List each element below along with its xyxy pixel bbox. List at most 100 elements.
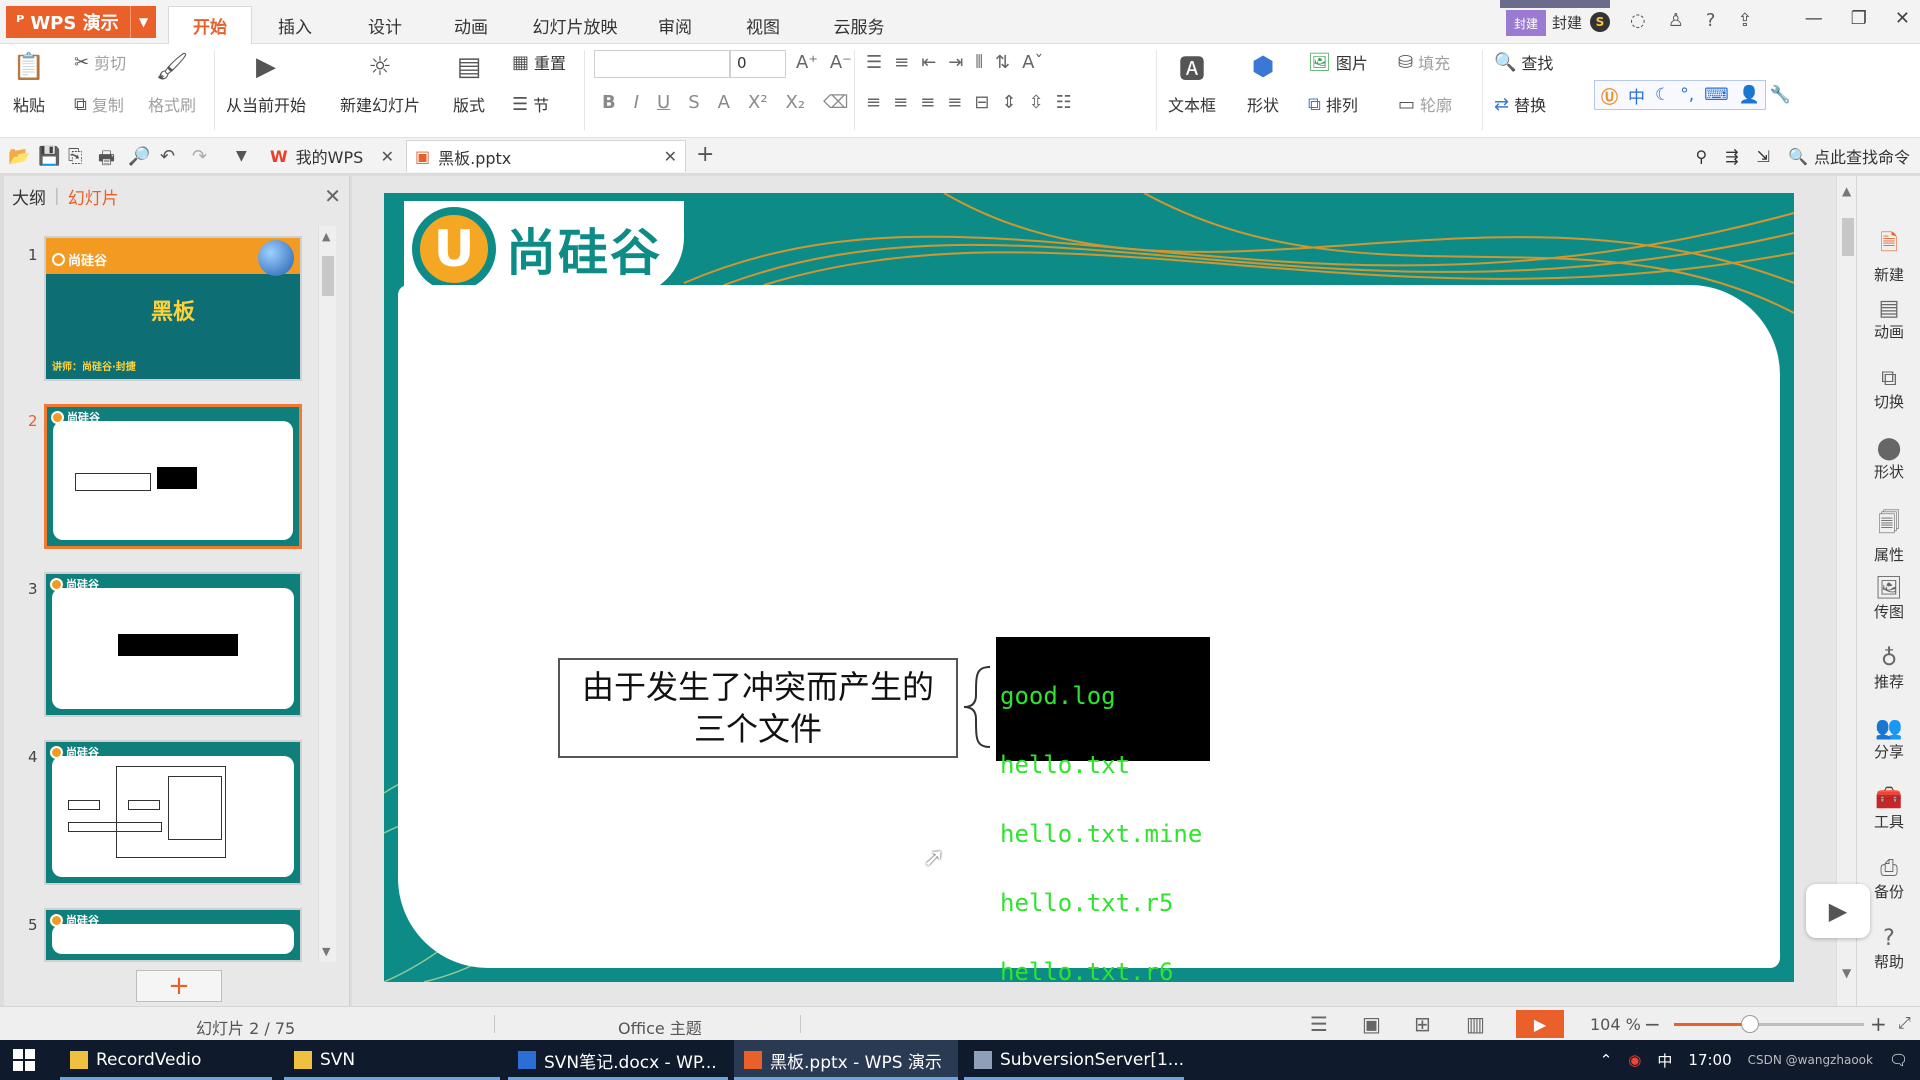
help-icon[interactable]: ? [1706,10,1716,31]
zoom-slider-handle[interactable] [1741,1015,1759,1033]
cut-button[interactable]: ✂ 剪切 [74,50,126,74]
slide-thumb-4[interactable]: 尚硅谷 [44,740,302,885]
spacing-icon[interactable]: Aˇ [1022,52,1043,73]
copy-button[interactable]: ⧉ 复制 [74,92,124,116]
font-size-box[interactable]: 0 [730,50,786,78]
align-center-icon[interactable]: ≡ [893,92,908,113]
tab-cloud[interactable]: 云服务 [814,6,904,44]
chevron-down-icon[interactable]: ▼ [130,6,156,38]
pin-icon[interactable]: ⚲ [1696,147,1708,166]
slides-tab[interactable]: 幻灯片 [68,184,119,209]
slide-thumb-3[interactable]: 尚硅谷 [44,572,302,717]
numbered-list-icon[interactable]: ≡ [894,52,909,73]
scroll-down-icon[interactable]: ▼ [1842,966,1851,980]
notification-icon[interactable]: 🗨 [1889,1051,1908,1069]
chevron-down-icon[interactable]: ▼ [236,148,247,164]
task-svn-notes[interactable]: SVN笔记.docx - WP... [508,1040,728,1080]
sorter-view-icon[interactable]: ⊞ [1414,1012,1431,1036]
user-name[interactable]: 封建 [1552,12,1582,33]
tab-slideshow[interactable]: 幻灯片放映 [520,6,630,44]
skin-icon[interactable]: ◌ [1630,10,1646,31]
shrink-font-icon[interactable]: A⁻ [830,52,852,73]
record-icon[interactable]: ◉ [1628,1051,1641,1069]
subscript-icon[interactable]: X₂ [786,92,806,113]
export-icon[interactable]: ⎘ [68,146,82,167]
outline-tab[interactable]: 大纲 [12,184,46,209]
user-icon[interactable]: 👤 [1739,85,1760,105]
close-icon[interactable]: ✕ [664,147,677,166]
tab-home[interactable]: 开始 [168,6,252,44]
new-slide-button[interactable]: ☼ 新建幻灯片 [340,50,420,116]
task-record-vedio[interactable]: RecordVedio [60,1040,272,1080]
format-painter-button[interactable]: 🖌 格式刷 [148,50,196,116]
undo-icon[interactable]: ↶ [160,146,175,167]
text-direction-icon[interactable]: ⇅ [995,52,1010,73]
indent-increase-icon[interactable]: ⇥ [948,52,963,73]
indent-decrease-icon[interactable]: ⇤ [921,52,936,73]
clear-format-icon[interactable]: ⌫ [823,92,848,113]
side-transition[interactable]: ⧉ 切换 [1857,366,1920,412]
align-left-icon[interactable]: ≡ [866,92,881,113]
scroll-down-icon[interactable]: ▼ [322,945,330,958]
side-upload-image[interactable]: 🖼 传图 [1857,576,1920,622]
align-right-icon[interactable]: ≡ [920,92,935,113]
picture-button[interactable]: 🖼 图片 [1308,50,1368,74]
notes-icon[interactable]: ☰ [1310,1012,1328,1036]
new-tab-icon[interactable]: + [696,142,714,167]
italic-icon[interactable]: I [634,92,639,113]
para-spacing-icon[interactable]: ⇳ [1029,92,1044,113]
coin-icon[interactable]: S [1590,12,1610,32]
replace-button[interactable]: ⇄ 替换 [1494,92,1546,116]
open-folder-icon[interactable]: 📂 [8,146,30,167]
share-icon[interactable]: ⇶ [1725,147,1738,166]
upload-icon[interactable]: ⇪ [1737,10,1752,31]
strike-icon[interactable]: S [688,92,699,113]
close-icon[interactable]: ✕ [1895,8,1910,29]
more-para-icon[interactable]: ☷ [1056,92,1072,113]
close-icon[interactable]: ✕ [324,184,341,208]
add-slide-button[interactable]: + [136,970,222,1002]
windows-start-icon[interactable] [12,1048,36,1072]
tab-animation[interactable]: 动画 [436,6,506,44]
redo-icon[interactable]: ↷ [192,146,207,167]
tab-review[interactable]: 审阅 [640,6,710,44]
moon-icon[interactable]: ☾ [1655,85,1670,105]
user-badge[interactable]: 封建 [1506,10,1546,36]
reset-button[interactable]: ▦ 重置 [512,50,566,74]
tab-design[interactable]: 设计 [350,6,420,44]
scroll-thumb[interactable] [1842,218,1854,256]
paste-button[interactable]: 📋 粘贴 [12,50,46,116]
font-color-icon[interactable]: A [718,92,730,113]
scroll-up-icon[interactable]: ▲ [1842,184,1851,198]
slide-thumb-5[interactable]: 尚硅谷 [44,908,302,962]
grow-font-icon[interactable]: A⁺ [796,52,818,73]
conflict-file-list[interactable]: good.log hello.txt hello.txt.mine hello.… [996,637,1210,982]
side-new[interactable]: 🗎 新建 [1857,226,1920,285]
font-name-box[interactable] [594,50,730,78]
scroll-thumb[interactable] [322,256,334,296]
task-svn[interactable]: SVN [284,1040,500,1080]
superscript-icon[interactable]: X² [748,92,768,113]
columns-icon[interactable]: ⫴ [975,52,983,73]
slide[interactable]: U 尚硅谷 由于发生了冲突而产生的三个文件 good.log hello.txt… [384,193,1794,982]
bold-icon[interactable]: B [602,92,616,113]
app-menu-button[interactable]: ᴾ WPS 演示 ▼ [6,6,156,38]
task-blackboard[interactable]: 黑板.pptx - WPS 演示 [734,1040,958,1080]
conflict-textbox[interactable]: 由于发生了冲突而产生的三个文件 [558,658,958,758]
justify-icon[interactable]: ≡ [947,92,962,113]
doc-tab-blackboard[interactable]: ▣ 黑板.pptx ✕ [406,140,686,172]
canvas-scrollbar[interactable]: ▲ ▼ [1836,176,1858,1006]
panel-scrollbar[interactable]: ▲ ▼ [318,226,336,962]
side-animation[interactable]: ▤ 动画 [1857,296,1920,342]
zoom-out-icon[interactable]: − [1644,1012,1661,1036]
zoom-slider[interactable] [1674,1015,1864,1033]
floating-video-button[interactable]: ▶ [1806,884,1870,938]
tab-view[interactable]: 视图 [728,6,798,44]
side-tools[interactable]: 🧰 工具 [1857,786,1920,832]
chevron-up-icon[interactable]: ⌃ [1600,1051,1613,1069]
save-icon[interactable]: 💾 [38,146,60,167]
side-recommend[interactable]: ♁ 推荐 [1857,646,1920,692]
print-preview-icon[interactable]: 🔎 [128,146,150,167]
side-properties[interactable]: 🗐 属性 [1857,506,1920,565]
zoom-level[interactable]: 104 % [1590,1015,1641,1034]
